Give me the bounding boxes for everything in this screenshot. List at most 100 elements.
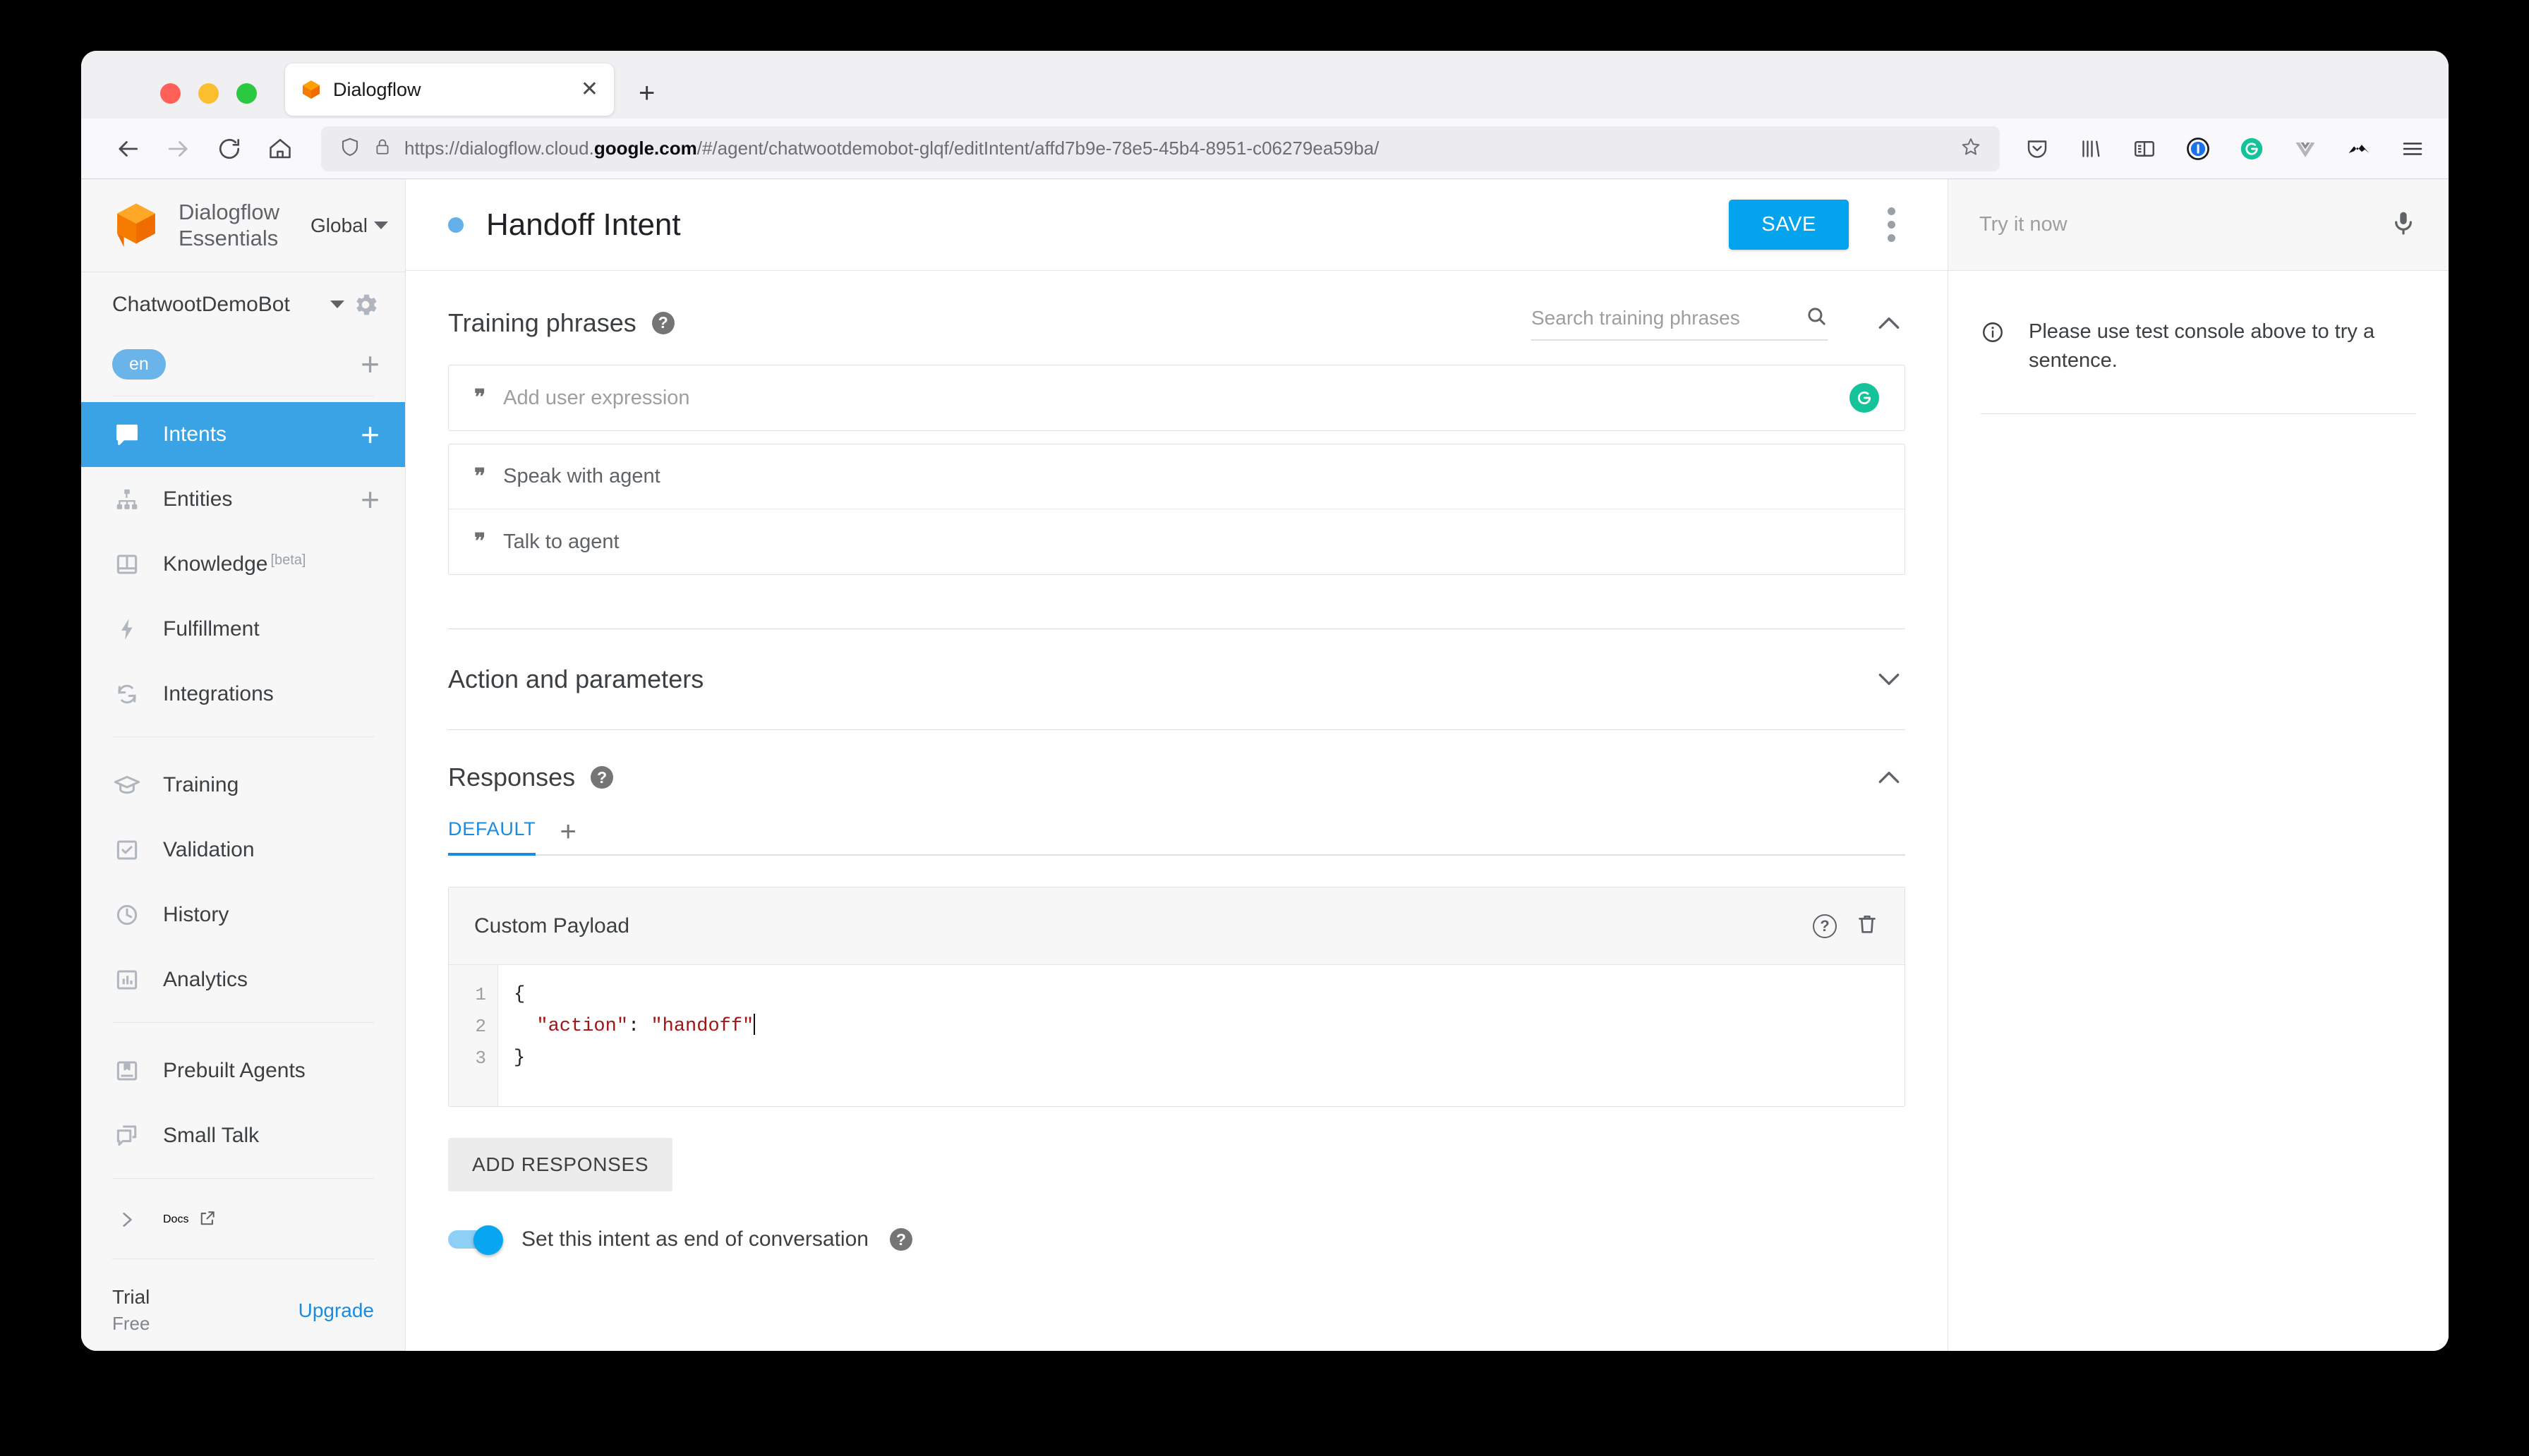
hamburger-menu-icon[interactable]: [2398, 134, 2427, 164]
reload-icon[interactable]: [204, 123, 255, 174]
microphone-icon[interactable]: [2389, 209, 2418, 241]
pocket-icon[interactable]: [2022, 134, 2052, 164]
sidebar-item-label: Entities: [163, 487, 233, 511]
sidebar-item-docs[interactable]: Docs: [81, 1189, 405, 1251]
upgrade-link[interactable]: Upgrade: [298, 1299, 374, 1322]
home-icon[interactable]: [255, 123, 306, 174]
add-language-button[interactable]: +: [361, 348, 380, 380]
mountain-icon[interactable]: [2344, 134, 2374, 164]
sidebar-item-entities[interactable]: Entities +: [81, 467, 405, 532]
vue-devtools-icon[interactable]: [2290, 134, 2320, 164]
help-icon[interactable]: ?: [651, 311, 675, 334]
close-icon[interactable]: ✕: [581, 79, 598, 100]
toggle-knob: [473, 1225, 503, 1255]
region-label: Global: [310, 214, 368, 236]
training-phrase-row[interactable]: ❞ Talk to agent: [449, 509, 1905, 574]
shield-icon[interactable]: [339, 136, 361, 161]
line-number: 1: [475, 984, 486, 1005]
bar-chart-icon: [112, 965, 142, 995]
action-and-parameters-section[interactable]: Action and parameters: [448, 629, 1905, 730]
back-arrow-icon[interactable]: [102, 123, 153, 174]
grammarly-icon[interactable]: [2237, 134, 2267, 164]
json-value: "handoff": [651, 1016, 754, 1037]
chevron-down-icon[interactable]: [330, 301, 344, 309]
sidebar-icon[interactable]: [2130, 134, 2159, 164]
try-it-now-input[interactable]: Try it now: [1979, 213, 2375, 236]
save-button[interactable]: SAVE: [1729, 200, 1849, 250]
browser-tab[interactable]: Dialogflow ✕: [285, 63, 614, 116]
close-window-button[interactable]: [160, 83, 181, 104]
quote-icon: ❞: [474, 386, 485, 409]
sidebar-item-prebuilt-agents[interactable]: Prebuilt Agents: [81, 1038, 405, 1103]
window-traffic-lights: [160, 83, 257, 104]
add-response-tab-button[interactable]: +: [560, 818, 576, 856]
forward-arrow-icon[interactable]: [153, 123, 204, 174]
star-icon[interactable]: [1960, 136, 1981, 161]
plan-title: Trial: [112, 1286, 150, 1309]
divider: [81, 1350, 405, 1351]
sidebar-item-validation[interactable]: Validation: [81, 818, 405, 882]
more-vertical-icon[interactable]: [1871, 207, 1911, 242]
tab-strip: Dialogflow ✕ +: [81, 51, 2449, 119]
add-user-expression-row[interactable]: ❞ Add user expression: [449, 365, 1905, 430]
beta-badge: [beta]: [270, 552, 306, 568]
onepassword-icon[interactable]: [2183, 134, 2213, 164]
training-phrase-text: Speak with agent: [503, 465, 660, 487]
grammarly-icon[interactable]: [1849, 383, 1879, 413]
help-icon[interactable]: ?: [1813, 914, 1837, 938]
search-icon[interactable]: [1805, 305, 1828, 331]
collapse-training-phrases-button[interactable]: [1873, 314, 1905, 332]
sidebar-item-training[interactable]: Training: [81, 753, 405, 818]
address-bar[interactable]: https://dialogflow.cloud.google.com/#/ag…: [321, 126, 2000, 171]
plan-subtitle: Free: [112, 1313, 150, 1335]
intent-body: Training phrases ? Search training phras…: [406, 271, 1948, 1351]
try-it-now-header: Try it now: [1948, 179, 2449, 271]
section-title: Training phrases: [448, 308, 636, 337]
sidebar-item-intents[interactable]: Intents +: [81, 401, 405, 467]
new-tab-button[interactable]: +: [639, 79, 655, 107]
sidebar-item-integrations[interactable]: Integrations: [81, 662, 405, 727]
custom-payload-editor[interactable]: 1 2 3 { "action": "handoff" }: [449, 965, 1905, 1106]
sidebar-item-history[interactable]: History: [81, 882, 405, 947]
browser-window: Dialogflow ✕ + https://dialogflow.cloud.…: [81, 51, 2449, 1351]
add-intent-button[interactable]: +: [361, 418, 380, 451]
browser-toolbar: https://dialogflow.cloud.google.com/#/ag…: [81, 119, 2449, 179]
add-responses-button[interactable]: ADD RESPONSES: [448, 1138, 673, 1191]
sidebar-item-fulfillment[interactable]: Fulfillment: [81, 597, 405, 662]
sidebar-item-small-talk[interactable]: Small Talk: [81, 1103, 405, 1168]
clock-icon: [112, 900, 142, 930]
training-phrase-row[interactable]: ❞ Speak with agent: [449, 444, 1905, 509]
training-phrases-list: ❞ Add user expression: [448, 365, 1905, 431]
library-icon[interactable]: [2076, 134, 2106, 164]
help-icon[interactable]: ?: [591, 766, 614, 789]
code-lines[interactable]: { "action": "handoff" }: [498, 965, 1905, 1106]
collapse-responses-button[interactable]: [1873, 768, 1905, 787]
sidebar-item-analytics[interactable]: Analytics: [81, 947, 405, 1012]
section-title: Action and parameters: [448, 665, 704, 693]
info-icon: [1981, 320, 2005, 348]
trash-icon[interactable]: [1855, 912, 1879, 940]
gear-icon[interactable]: [351, 291, 380, 319]
help-icon[interactable]: ?: [889, 1228, 912, 1251]
agent-selector[interactable]: ChatwootDemoBot: [81, 272, 405, 336]
region-selector[interactable]: Global: [310, 214, 388, 237]
end-of-conversation-toggle[interactable]: [448, 1225, 503, 1255]
tabs-underline: [448, 854, 1905, 856]
sidebar-item-knowledge[interactable]: Knowledge [beta]: [81, 532, 405, 597]
search-training-phrases-input[interactable]: Search training phrases: [1531, 305, 1828, 341]
line-number: 3: [475, 1048, 486, 1069]
language-chip-en[interactable]: en: [112, 348, 166, 380]
maximize-window-button[interactable]: [236, 83, 257, 104]
extensions-toolbar: [2015, 134, 2427, 164]
minimize-window-button[interactable]: [198, 83, 219, 104]
custom-payload-header: Custom Payload ?: [449, 887, 1905, 965]
add-entity-button[interactable]: +: [361, 483, 380, 516]
brand-line-2: Essentials: [179, 225, 279, 250]
sidebar-item-label: Validation: [163, 837, 255, 861]
tab-default[interactable]: DEFAULT: [448, 818, 536, 856]
sidebar-item-label: Docs: [163, 1213, 189, 1226]
expand-action-parameters-button[interactable]: [1873, 670, 1905, 688]
brand-block: Dialogflow Essentials Global: [81, 179, 405, 272]
status-badge: [448, 217, 464, 233]
section-title: Responses: [448, 763, 576, 791]
